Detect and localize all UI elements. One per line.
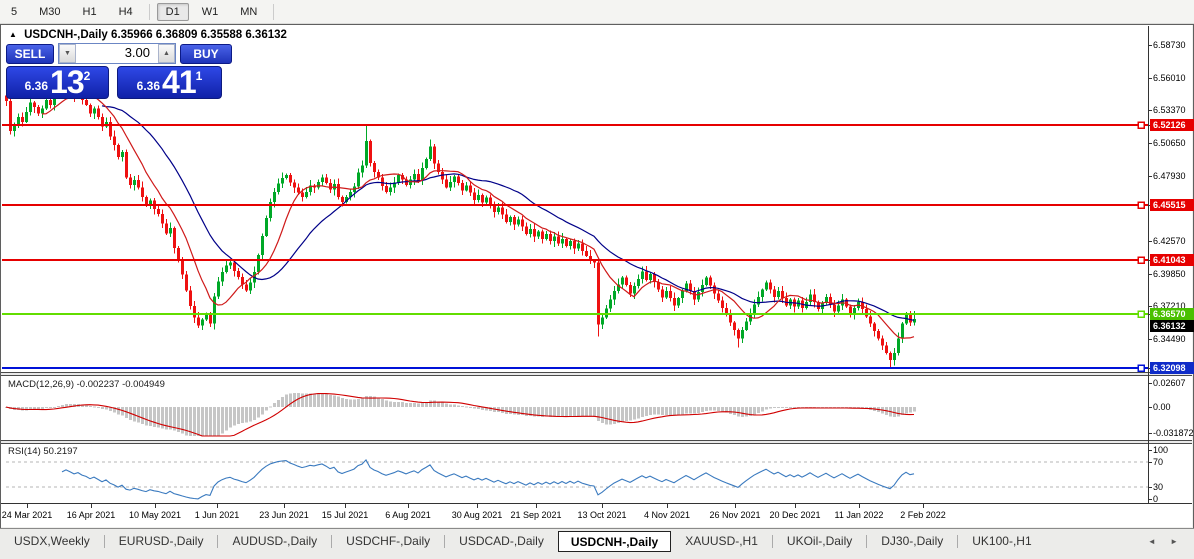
timeframe-button-h4[interactable]: H4 [110, 3, 142, 21]
chart-tab-usdchf[interactable]: USDCHF-,Daily [332, 531, 444, 551]
symbol-tabbar: USDX,WeeklyEURUSD-,DailyAUDUSD-,DailyUSD… [0, 528, 1194, 559]
price-axis-label: 6.53370 [1153, 105, 1186, 116]
price-axis-label: 6.39850 [1153, 269, 1186, 280]
date-axis-label: 23 Jun 2021 [259, 510, 309, 520]
chart-tab-uk100[interactable]: UK100-,H1 [958, 531, 1045, 551]
buy-quote[interactable]: 6.36 41 1 [117, 66, 222, 99]
macd-value-main: -0.002237 [77, 379, 120, 390]
timeframe-button-m30[interactable]: M30 [30, 3, 69, 21]
timeframe-button-mn[interactable]: MN [231, 3, 266, 21]
date-axis-label: 21 Sep 2021 [510, 510, 561, 520]
price-axis-label: 6.58730 [1153, 40, 1186, 51]
price-axis-label: 6.56010 [1153, 73, 1186, 84]
level-price-label: 6.52126 [1150, 119, 1194, 131]
level-price-label: 6.41043 [1150, 254, 1194, 266]
price-axis-label: 6.42570 [1153, 236, 1186, 247]
macd-label: MACD(12,26,9) -0.002237 -0.004949 [8, 379, 165, 390]
chart-tab-audusd[interactable]: AUDUSD-,Daily [218, 531, 331, 551]
date-axis-label: 24 Mar 2021 [2, 510, 53, 520]
rsi-label: RSI(14) 50.2197 [8, 446, 78, 457]
date-axis-label: 10 May 2021 [129, 510, 181, 520]
buy-price-sup: 1 [196, 69, 203, 83]
timeframe-button-h1[interactable]: H1 [74, 3, 106, 21]
buy-button[interactable]: BUY [180, 44, 232, 64]
level-price-label: 6.36570 [1150, 308, 1194, 320]
rsi-axis-label: 0 [1153, 494, 1158, 505]
date-axis-label: 20 Dec 2021 [769, 510, 820, 520]
tab-scroll-left-icon[interactable]: ◄ [1148, 537, 1162, 546]
chart-tab-usdcnh[interactable]: USDCNH-,Daily [558, 531, 671, 552]
tab-scroll-arrows: ◄ ► [1148, 537, 1184, 546]
rsi-title: RSI(14) [8, 446, 41, 457]
date-axis-label: 16 Apr 2021 [67, 510, 116, 520]
volume-input[interactable]: 3.00 [76, 44, 158, 63]
chart-tab-usdcad[interactable]: USDCAD-,Daily [445, 531, 558, 551]
macd-axis-label: 0.02607 [1153, 378, 1186, 389]
date-axis-label: 1 Jun 2021 [195, 510, 240, 520]
chart-tab-xauusd[interactable]: XAUUSD-,H1 [671, 531, 772, 551]
date-axis-label: 13 Oct 2021 [577, 510, 626, 520]
level-price-label: 6.32098 [1150, 362, 1194, 374]
date-axis-label: 26 Nov 2021 [709, 510, 760, 520]
price-axis-label: 6.34490 [1153, 334, 1186, 345]
macd-axis-label: -0.031872 [1153, 428, 1194, 439]
sell-price-sup: 2 [84, 69, 91, 83]
volume-decrease-button[interactable]: ▼ [59, 44, 76, 63]
date-axis-label: 11 Jan 2022 [835, 510, 884, 520]
toolbar-separator [273, 4, 274, 20]
tab-scroll-right-icon[interactable]: ► [1170, 537, 1184, 546]
timeframe-button-w1[interactable]: W1 [193, 3, 228, 21]
timeframe-toolbar: 5M30 H1H4 D1W1MN [0, 0, 1194, 24]
rsi-axis-label: 100 [1153, 445, 1168, 456]
one-click-trading-panel: SELL ▼ 3.00 ▲ BUY 6.36 13 2 6.36 41 1 [6, 43, 232, 99]
sell-price-big: 13 [50, 67, 84, 97]
chart-title-ohlc: 6.35966 6.36809 6.35588 6.36132 [111, 29, 287, 41]
toolbar-separator [149, 4, 150, 20]
volume-spinner: ▼ 3.00 ▲ [58, 43, 176, 64]
chart-title-symbol: USDCNH-,Daily [24, 29, 108, 41]
macd-axis-label: 0.00 [1153, 402, 1171, 413]
current-price-label: 6.36132 [1150, 320, 1194, 332]
level-price-label: 6.45515 [1150, 199, 1194, 211]
buy-price-prefix: 6.36 [137, 79, 160, 93]
chart-tab-eurusd[interactable]: EURUSD-,Daily [105, 531, 218, 551]
rsi-value: 50.2197 [43, 446, 77, 457]
macd-value-signal: -0.004949 [122, 379, 165, 390]
price-axis-label: 6.47930 [1153, 171, 1186, 182]
chart-tab-usdx[interactable]: USDX,Weekly [0, 531, 104, 551]
sell-button[interactable]: SELL [6, 44, 54, 64]
price-axis-label: 6.50650 [1153, 138, 1186, 149]
timeframe-button-d1[interactable]: D1 [157, 3, 189, 21]
chart-tab-dj30[interactable]: DJ30-,Daily [867, 531, 957, 551]
date-axis-label: 6 Aug 2021 [385, 510, 431, 520]
volume-increase-button[interactable]: ▲ [158, 44, 175, 63]
buy-price-big: 41 [162, 67, 196, 97]
symbol-triangle-icon: ▲ [9, 30, 17, 39]
rsi-axis-label: 70 [1153, 457, 1163, 468]
chart-title: ▲ USDCNH-,Daily 6.35966 6.36809 6.35588 … [9, 29, 287, 41]
date-axis-label: 2 Feb 2022 [900, 510, 946, 520]
sell-price-prefix: 6.36 [25, 79, 48, 93]
macd-title: MACD(12,26,9) [8, 379, 74, 390]
chart-tab-ukoil[interactable]: UKOil-,Daily [773, 531, 866, 551]
sell-quote[interactable]: 6.36 13 2 [6, 66, 109, 99]
date-axis-label: 15 Jul 2021 [322, 510, 369, 520]
date-axis-label: 30 Aug 2021 [452, 510, 503, 520]
timeframe-button-5[interactable]: 5 [2, 3, 26, 21]
date-axis-label: 4 Nov 2021 [644, 510, 690, 520]
rsi-axis-label: 30 [1153, 482, 1163, 493]
